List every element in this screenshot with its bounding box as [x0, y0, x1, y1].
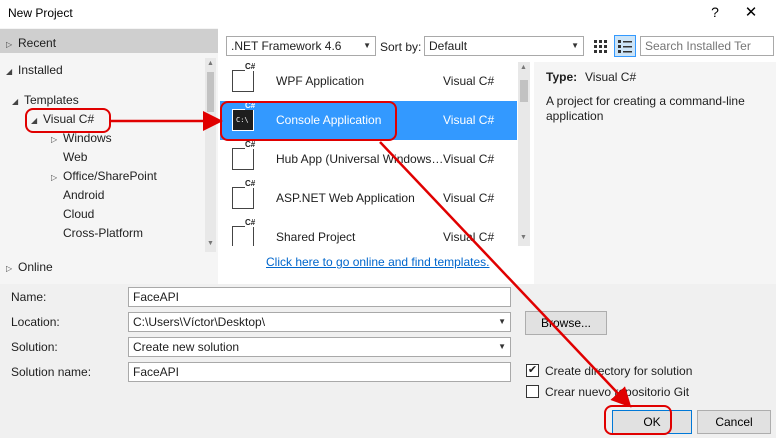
checkmark-icon: ✔ — [527, 364, 538, 376]
location-label: Location: — [11, 315, 60, 329]
tree-item-online[interactable]: ▷ Online — [6, 258, 53, 276]
scroll-up-icon[interactable]: ▲ — [518, 64, 529, 71]
solution-name-field[interactable]: FaceAPI — [128, 362, 511, 382]
close-button[interactable]: ✕ — [740, 3, 762, 23]
sort-by-label: Sort by: — [380, 40, 422, 54]
ok-button-highlight — [604, 405, 672, 435]
tree-item-cross-platform[interactable]: Cross-Platform — [63, 224, 143, 242]
framework-dropdown[interactable]: .NET Framework 4.6 ▼ — [226, 36, 376, 56]
collapse-arrow-icon: ◢ — [6, 67, 13, 76]
help-button[interactable]: ? — [704, 4, 726, 24]
template-list-scrollbar-thumb[interactable] — [520, 80, 528, 102]
visual-cs-highlight — [25, 108, 111, 133]
tree-item-cloud[interactable]: Cloud — [63, 205, 94, 223]
scroll-down-icon[interactable]: ▼ — [205, 240, 216, 247]
chevron-down-icon: ▼ — [363, 41, 371, 50]
solution-name-label: Solution name: — [11, 365, 92, 379]
expand-arrow-icon: ▷ — [51, 173, 58, 182]
web-app-icon: C# — [232, 179, 256, 209]
window-title: New Project — [8, 6, 73, 20]
list-view-button[interactable] — [614, 35, 636, 57]
tree-item-office-sharepoint[interactable]: ▷ Office/SharePoint — [51, 167, 157, 185]
hub-app-icon: C# — [232, 140, 256, 170]
title-bar — [0, 0, 776, 28]
tree-scrollbar-thumb[interactable] — [207, 72, 214, 112]
collapse-arrow-icon: ◢ — [12, 97, 19, 106]
browse-button[interactable]: Browse... — [525, 311, 607, 335]
create-directory-checkbox[interactable]: ✔ — [526, 364, 539, 377]
git-repository-checkbox[interactable] — [526, 385, 539, 398]
tree-item-templates[interactable]: ◢ Templates — [12, 91, 79, 109]
create-directory-label: Create directory for solution — [545, 364, 693, 378]
shared-project-icon: C# — [232, 218, 256, 246]
wpf-app-icon: C# — [232, 62, 256, 92]
type-label: Type: — [546, 70, 578, 84]
sort-by-dropdown[interactable]: Default ▼ — [424, 36, 584, 56]
scroll-up-icon[interactable]: ▲ — [205, 60, 216, 67]
search-installed-templates-input[interactable] — [640, 36, 774, 56]
tree-item-installed[interactable]: ◢ Installed — [6, 61, 63, 79]
template-item-wpf-application[interactable]: C# WPF Application Visual C# — [220, 62, 517, 101]
name-field[interactable]: FaceAPI — [128, 287, 511, 307]
git-repository-label: Crear nuevo repositorio Git — [545, 385, 690, 399]
tree-item-android[interactable]: Android — [63, 186, 104, 204]
solution-dropdown[interactable]: Create new solution ▼ — [128, 337, 511, 357]
tree-item-recent[interactable]: ▷ Recent — [6, 34, 56, 52]
template-item-aspnet-web-application[interactable]: C# ASP.NET Web Application Visual C# — [220, 179, 517, 218]
template-item-shared-project[interactable]: C# Shared Project Visual C# — [220, 218, 517, 246]
chevron-down-icon: ▼ — [498, 342, 506, 351]
chevron-down-icon: ▼ — [571, 41, 579, 50]
tree-item-web[interactable]: Web — [63, 148, 87, 166]
grid-view-icon — [594, 40, 607, 53]
online-templates-link[interactable]: Click here to go online and find templat… — [266, 255, 489, 269]
type-value: Visual C# — [585, 70, 637, 84]
name-label: Name: — [11, 290, 47, 304]
template-item-hub-app[interactable]: C# Hub App (Universal Windows… Visual C# — [220, 140, 517, 179]
expand-arrow-icon: ▷ — [51, 135, 58, 144]
list-view-icon — [618, 40, 632, 53]
template-description: A project for creating a command-line ap… — [546, 94, 745, 123]
console-app-highlight — [220, 101, 397, 141]
expand-arrow-icon: ▷ — [6, 264, 13, 273]
grid-view-button[interactable] — [591, 37, 609, 55]
scroll-down-icon[interactable]: ▼ — [518, 234, 529, 241]
expand-arrow-icon: ▷ — [6, 40, 13, 49]
location-field[interactable]: C:\Users\Víctor\Desktop\ ▼ — [128, 312, 511, 332]
chevron-down-icon: ▼ — [498, 317, 506, 326]
solution-label: Solution: — [11, 340, 58, 354]
cancel-button[interactable]: Cancel — [697, 410, 771, 434]
